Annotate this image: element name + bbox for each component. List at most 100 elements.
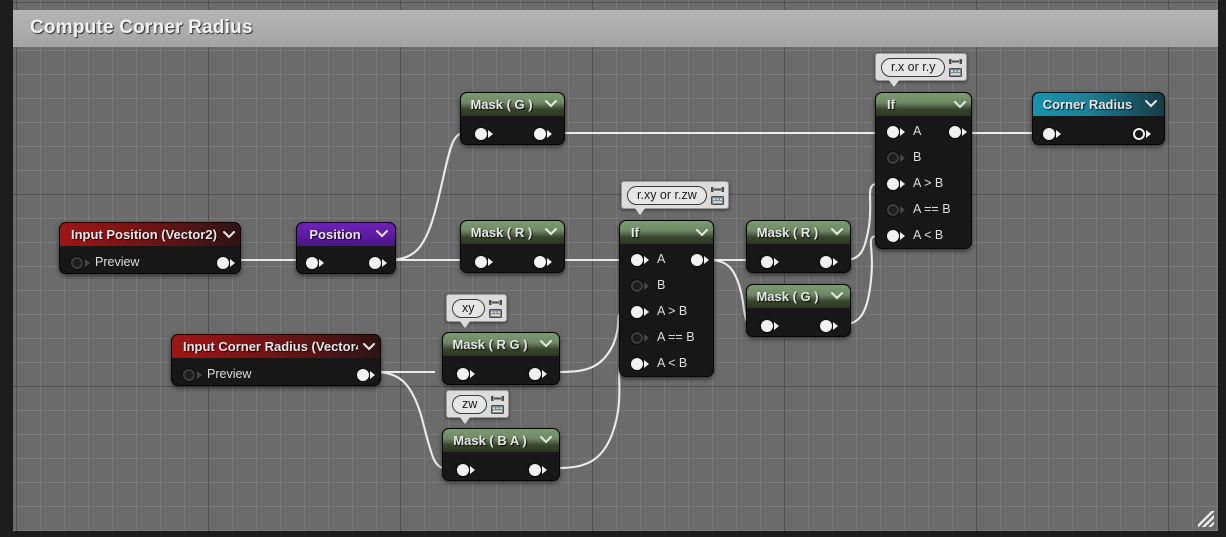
node-body (1033, 116, 1164, 144)
chevron-down-icon[interactable] (826, 292, 848, 300)
pin-input[interactable] (457, 464, 469, 476)
pin-label-a-lt-b: A < B (657, 356, 688, 370)
pin-output[interactable] (820, 256, 832, 268)
pin-arrow-out (962, 128, 967, 136)
chevron-down-icon[interactable] (1140, 100, 1162, 108)
node-if-right[interactable]: If A B A > B A == B A < B (875, 92, 972, 249)
pin-input[interactable] (761, 320, 773, 332)
chevron-down-icon[interactable] (535, 340, 557, 348)
pin-a-gt-b[interactable] (631, 306, 643, 318)
chevron-down-icon[interactable] (535, 436, 557, 444)
pin-a[interactable] (631, 254, 643, 266)
chevron-down-icon[interactable] (691, 228, 713, 237)
pin-input[interactable] (306, 257, 318, 269)
pin-label-preview: Preview (207, 367, 252, 381)
pin-icon[interactable] (949, 57, 963, 66)
pin-a-eq-b[interactable] (631, 332, 643, 344)
pin-label-a-gt-b: A > B (657, 304, 688, 318)
pin-b[interactable] (887, 152, 899, 164)
pin-input[interactable] (457, 368, 469, 380)
comment-bubble-rx-ry[interactable]: r.x or r.y (875, 53, 968, 87)
bubble-tail (888, 79, 900, 87)
keyboard-icon[interactable] (710, 196, 724, 205)
pin-output[interactable] (1133, 128, 1145, 140)
node-header: Input Corner Radius (Vector4) (172, 335, 380, 358)
pin-output[interactable] (217, 257, 229, 269)
pin-arrow-in (1056, 130, 1061, 138)
keyboard-icon[interactable] (949, 68, 963, 77)
pin-label-a-gt-b: A > B (913, 176, 944, 190)
chevron-down-icon[interactable] (949, 100, 971, 109)
pin-output[interactable] (534, 256, 546, 268)
chevron-down-icon[interactable] (540, 228, 562, 236)
node-header: Mask ( B A ) (443, 429, 559, 452)
pin-input[interactable] (1043, 128, 1055, 140)
node-mask-ba[interactable]: Mask ( B A ) (442, 428, 560, 481)
bubble-icons (491, 394, 505, 414)
pin-output[interactable] (691, 254, 703, 266)
comment-text: xy (452, 298, 485, 318)
node-header: Position (297, 223, 395, 246)
pin-a-lt-b[interactable] (887, 230, 899, 242)
pin-output[interactable] (949, 126, 961, 138)
node-input-corner-radius[interactable]: Input Corner Radius (Vector4) Preview (171, 334, 381, 386)
node-input-position[interactable]: Input Position (Vector2) Preview (59, 222, 241, 274)
pin-input[interactable] (475, 256, 487, 268)
bubble-tail (459, 320, 471, 328)
pin-preview-in[interactable] (183, 369, 195, 381)
graph-canvas[interactable]: Input Position (Vector2) Preview Positio… (13, 0, 1218, 537)
pin-arrow-out (542, 370, 547, 378)
chevron-down-icon[interactable] (218, 230, 240, 239)
pin-arrow-in (488, 258, 493, 266)
pin-icon[interactable] (488, 298, 502, 307)
pin-output[interactable] (534, 128, 546, 140)
keyboard-icon[interactable] (491, 405, 505, 414)
pin-a-lt-b[interactable] (631, 358, 643, 370)
pin-arrow-a-eq-b (900, 206, 905, 214)
chevron-down-icon[interactable] (826, 228, 848, 236)
node-body: A B A > B A == B A < B (620, 244, 713, 376)
node-header: Mask ( R G ) (443, 333, 559, 356)
chevron-down-icon[interactable] (358, 342, 380, 351)
keyboard-icon[interactable] (488, 309, 502, 318)
node-mask-g-top[interactable]: Mask ( G ) (460, 92, 565, 145)
pin-input[interactable] (761, 256, 773, 268)
pin-arrow-in (470, 370, 475, 378)
pin-icon[interactable] (491, 394, 505, 403)
pin-a-gt-b[interactable] (887, 178, 899, 190)
pin-output[interactable] (369, 257, 381, 269)
pin-arrow-out (230, 259, 235, 267)
comment-bubble-zw[interactable]: zw (446, 390, 510, 424)
pin-output[interactable] (820, 320, 832, 332)
pin-input[interactable] (475, 128, 487, 140)
comment-bubble-xy[interactable]: xy (446, 294, 507, 328)
pin-b[interactable] (631, 280, 643, 292)
node-corner-radius[interactable]: Corner Radius (1032, 92, 1165, 145)
pin-label-a-lt-b: A < B (913, 228, 944, 242)
pin-icon[interactable] (710, 185, 724, 194)
pin-arrow-out (382, 259, 387, 267)
node-position[interactable]: Position (296, 222, 396, 274)
pin-output[interactable] (357, 369, 369, 381)
pin-output[interactable] (529, 464, 541, 476)
node-mask-g-right[interactable]: Mask ( G ) (746, 284, 851, 337)
comment-bubble-rxy-rzw[interactable]: r.xy or r.zw (621, 181, 729, 215)
node-body (461, 116, 564, 144)
node-mask-r-right[interactable]: Mask ( R ) (746, 220, 851, 273)
chevron-down-icon[interactable] (540, 100, 562, 108)
window-titlebar[interactable]: Compute Corner Radius (13, 10, 1218, 47)
pin-arrow-in (470, 466, 475, 474)
pin-arrow-b (644, 282, 649, 290)
node-mask-r-mid[interactable]: Mask ( R ) (460, 220, 565, 273)
pin-arrow-a-gt-b (900, 180, 905, 188)
pin-output[interactable] (529, 368, 541, 380)
node-body (461, 244, 564, 272)
node-mask-rg[interactable]: Mask ( R G ) (442, 332, 560, 385)
resize-grip[interactable] (1198, 511, 1214, 527)
pin-preview-in[interactable] (71, 257, 83, 269)
pin-a[interactable] (887, 126, 899, 138)
node-if-center[interactable]: If A B A > B A == B A < B (619, 220, 714, 377)
pin-arrow-out (833, 258, 838, 266)
chevron-down-icon[interactable] (371, 230, 393, 238)
pin-a-eq-b[interactable] (887, 204, 899, 216)
